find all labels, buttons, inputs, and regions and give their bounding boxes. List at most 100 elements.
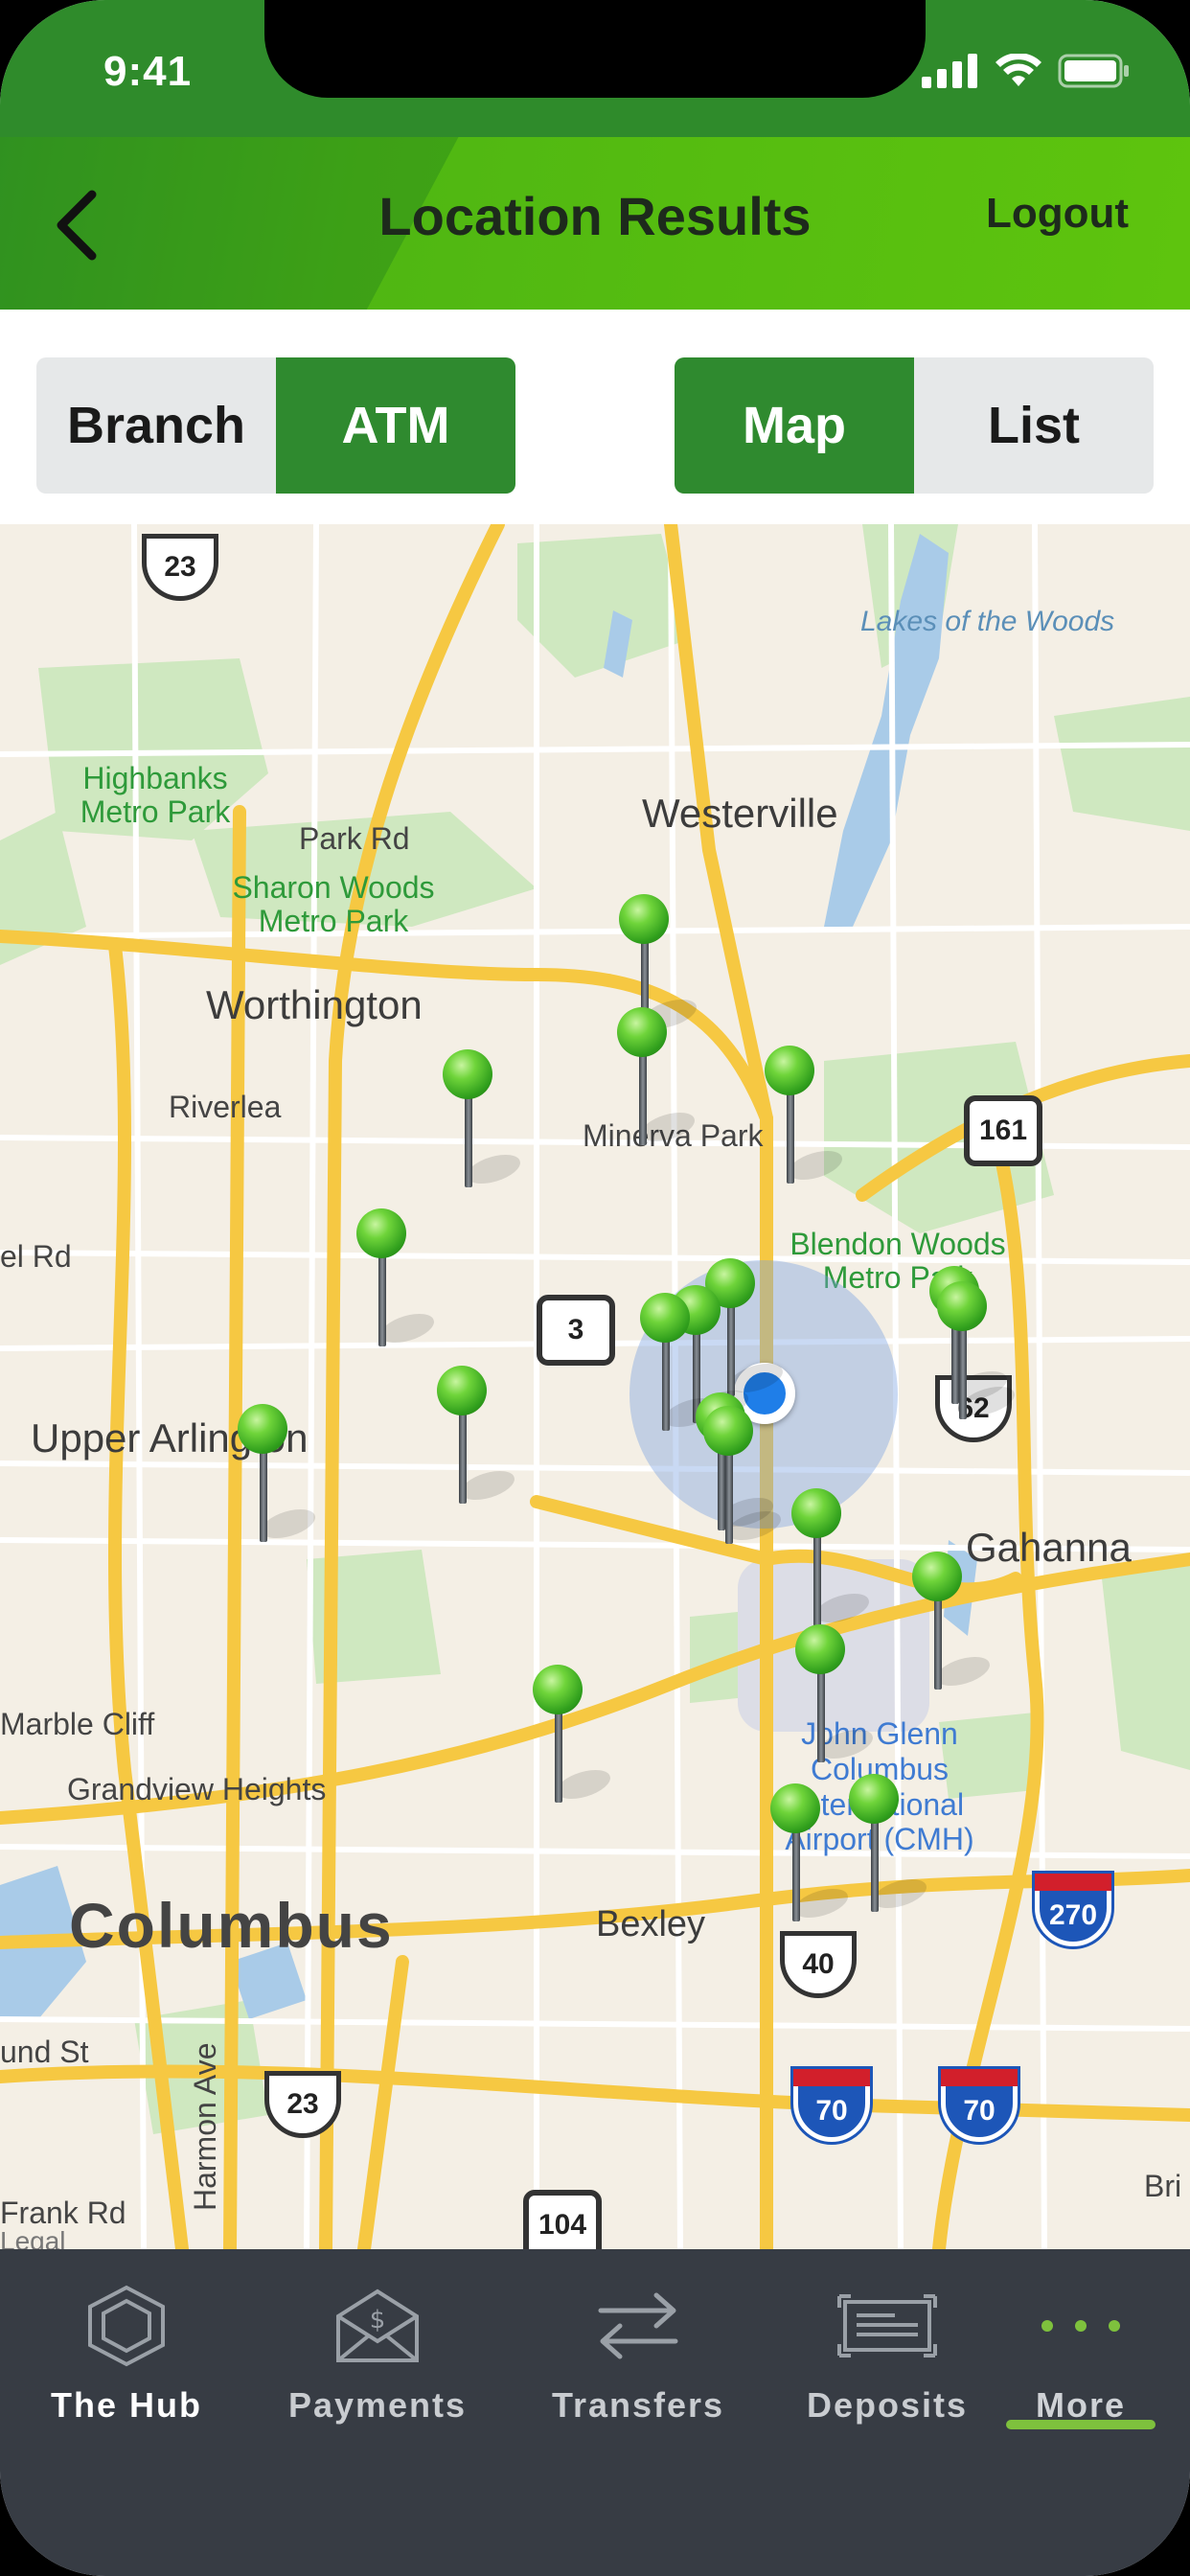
notch: [264, 0, 926, 98]
status-icons: [922, 52, 1131, 90]
atm-pin[interactable]: [433, 1366, 524, 1509]
tab-label: Transfers: [551, 2385, 725, 2425]
pin-head: [533, 1665, 583, 1714]
map-view[interactable]: Lakes of the Woods Highbanks Metro Park …: [0, 524, 1190, 2249]
atm-pin[interactable]: [845, 1774, 936, 1918]
signal-icon: [922, 54, 977, 88]
atm-pin[interactable]: [439, 1049, 530, 1193]
pin-head: [795, 1624, 845, 1674]
map-option[interactable]: Map: [675, 357, 914, 494]
status-time: 9:41: [103, 48, 193, 95]
app-header: Location Results Logout: [0, 137, 1190, 310]
pin-head: [619, 894, 669, 944]
logout-button[interactable]: Logout: [986, 190, 1129, 238]
atm-option[interactable]: ATM: [276, 357, 515, 494]
map-label-grandview-heights: Grandview Heights: [67, 1772, 327, 1806]
pin-head: [437, 1366, 487, 1415]
pin-head: [703, 1406, 753, 1456]
pin-stick: [378, 1254, 386, 1346]
tab-transfers[interactable]: Transfers: [542, 2278, 734, 2460]
atm-pin[interactable]: [933, 1281, 1024, 1425]
phone-screen: 9:41 Location Results Logout Branch ATM …: [0, 0, 1190, 2576]
map-label-lakes-of-the-woods: Lakes of the Woods: [860, 606, 1115, 637]
svg-text:$: $: [370, 2306, 386, 2334]
pin-head: [765, 1046, 814, 1095]
filter-controls: Branch ATM Map List: [0, 310, 1190, 524]
pin-stick: [871, 1820, 879, 1912]
pin-stick: [813, 1534, 821, 1626]
pin-stick: [959, 1327, 967, 1419]
more-dots-icon: [1038, 2278, 1124, 2374]
pin-stick: [787, 1092, 794, 1184]
status-bar: 9:41: [0, 0, 1190, 137]
map-label-gahanna: Gahanna: [966, 1525, 1132, 1570]
map-label-highbanks: Highbanks Metro Park: [80, 761, 231, 830]
pin-stick: [727, 1304, 735, 1396]
map-label-legal[interactable]: Legal: [0, 2226, 66, 2249]
atm-pin[interactable]: [529, 1665, 620, 1808]
atm-pin[interactable]: [791, 1624, 882, 1768]
branch-option[interactable]: Branch: [36, 357, 276, 494]
route-shield-i270-number: 270: [1048, 1899, 1098, 1931]
pin-stick: [662, 1339, 670, 1431]
atm-pin[interactable]: [234, 1404, 325, 1548]
map-label-bexley: Bexley: [596, 1904, 706, 1944]
map-label-und-st: und St: [0, 2035, 89, 2069]
pin-head: [791, 1488, 841, 1538]
map-label-harmon-ave: Harmon Ave: [188, 2042, 222, 2212]
transfer-arrows-icon: [595, 2278, 681, 2374]
pin-stick: [260, 1450, 267, 1542]
atm-pin[interactable]: [767, 1783, 858, 1927]
map-label-riverlea: Riverlea: [169, 1090, 282, 1124]
atm-pin[interactable]: [636, 1293, 727, 1437]
deposit-check-icon: [837, 2278, 937, 2374]
pin-stick: [639, 1053, 647, 1145]
pin-stick: [725, 1452, 733, 1544]
pin-stick: [465, 1095, 472, 1187]
battery-icon: [1058, 54, 1129, 88]
map-label-sharon-woods: Sharon Woods Metro Park: [232, 870, 435, 939]
atm-pin[interactable]: [613, 1007, 704, 1151]
active-tab-indicator: [1006, 2420, 1156, 2429]
bottom-tab-bar: The Hub $ Payments Transfers Deposits Mo…: [0, 2249, 1190, 2576]
atm-pin[interactable]: [699, 1406, 790, 1550]
route-shield-i70-west-number: 70: [815, 2095, 848, 2127]
route-shield-oh104: 104: [523, 2190, 602, 2249]
pin-head: [238, 1404, 287, 1454]
pin-head: [617, 1007, 667, 1057]
atm-pin[interactable]: [788, 1488, 879, 1632]
payment-envelope-icon: $: [334, 2278, 421, 2374]
pin-head: [443, 1049, 492, 1099]
route-shield-i70-east-number: 70: [963, 2095, 995, 2127]
atm-pin[interactable]: [761, 1046, 852, 1189]
atm-pin[interactable]: [353, 1208, 444, 1352]
pin-stick: [555, 1711, 562, 1803]
pin-head: [356, 1208, 406, 1258]
list-option[interactable]: List: [914, 357, 1154, 494]
map-label-park-rd: Park Rd: [299, 821, 410, 856]
pin-head: [849, 1774, 899, 1824]
pin-head: [640, 1293, 690, 1343]
pin-head: [770, 1783, 820, 1833]
route-shield-oh3: 3: [537, 1295, 615, 1366]
tab-the-hub[interactable]: The Hub: [40, 2278, 213, 2460]
pin-head: [912, 1552, 962, 1601]
hexagon-icon: [86, 2278, 167, 2374]
map-label-columbus: Columbus: [69, 1890, 394, 1961]
pin-stick: [792, 1829, 800, 1921]
route-shield-oh161: 161: [964, 1095, 1042, 1166]
map-label-bri: Bri: [1144, 2169, 1182, 2203]
tab-label: Payments: [287, 2385, 468, 2425]
tab-label: Deposits: [806, 2385, 969, 2425]
tab-deposits[interactable]: Deposits: [791, 2278, 983, 2460]
atm-pin[interactable]: [908, 1552, 999, 1695]
tab-more[interactable]: More: [1014, 2278, 1148, 2460]
wifi-icon: [995, 54, 1041, 86]
tab-payments[interactable]: $ Payments: [282, 2278, 473, 2460]
map-label-westerville: Westerville: [642, 791, 838, 836]
pin-head: [937, 1281, 987, 1331]
map-label-marble-cliff: Marble Cliff: [0, 1707, 155, 1741]
location-type-toggle: Branch ATM: [36, 357, 515, 494]
map-label-worthington: Worthington: [206, 982, 423, 1027]
pin-stick: [459, 1412, 467, 1504]
